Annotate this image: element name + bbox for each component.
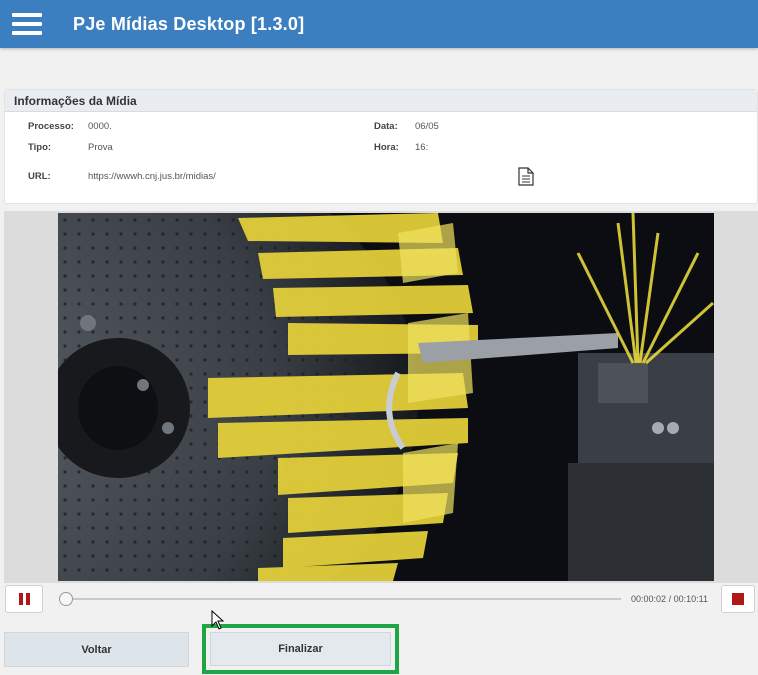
finalizar-button[interactable]: Finalizar (210, 632, 391, 666)
video-frame[interactable] (58, 213, 714, 581)
current-time: 00:00:02 (631, 594, 667, 604)
stop-button[interactable] (721, 585, 755, 613)
hora-label: Hora: (374, 142, 399, 153)
app-title: PJe Mídias Desktop [1.3.0] (73, 13, 305, 34)
processo-value: 0000. (88, 121, 112, 132)
time-display: 00:00:02 / 00:10:11 (631, 594, 708, 604)
mouse-cursor-icon (211, 610, 225, 630)
video-player-area (4, 211, 758, 583)
voltar-button[interactable]: Voltar (4, 632, 189, 667)
url-label: URL: (28, 171, 51, 182)
total-time: 00:10:11 (673, 594, 708, 604)
pause-button[interactable] (5, 585, 43, 613)
hora-value: 16: (415, 142, 429, 153)
media-info-panel: Informações da Mídia Processo: 0000. Tip… (4, 89, 758, 204)
data-label: Data: (374, 121, 398, 132)
document-icon[interactable] (518, 167, 534, 186)
url-value[interactable]: https://wwwh.cnj.jus.br/midias/ (88, 171, 216, 182)
seek-handle[interactable] (59, 592, 73, 606)
pause-icon (18, 593, 30, 605)
tipo-label: Tipo: (28, 142, 52, 153)
video-image (58, 213, 714, 581)
stop-icon (732, 593, 744, 605)
seek-bar[interactable] (62, 598, 621, 600)
processo-label: Processo: (28, 121, 74, 132)
time-separator: / (668, 594, 672, 604)
app-header: PJe Mídias Desktop [1.3.0] (0, 0, 758, 48)
player-controls: 00:00:02 / 00:10:11 (0, 583, 758, 615)
media-info-title: Informações da Mídia (5, 90, 757, 112)
tipo-value: Prova (88, 142, 113, 153)
hamburger-menu-icon[interactable] (12, 13, 42, 35)
data-value: 06/05 (415, 121, 439, 132)
